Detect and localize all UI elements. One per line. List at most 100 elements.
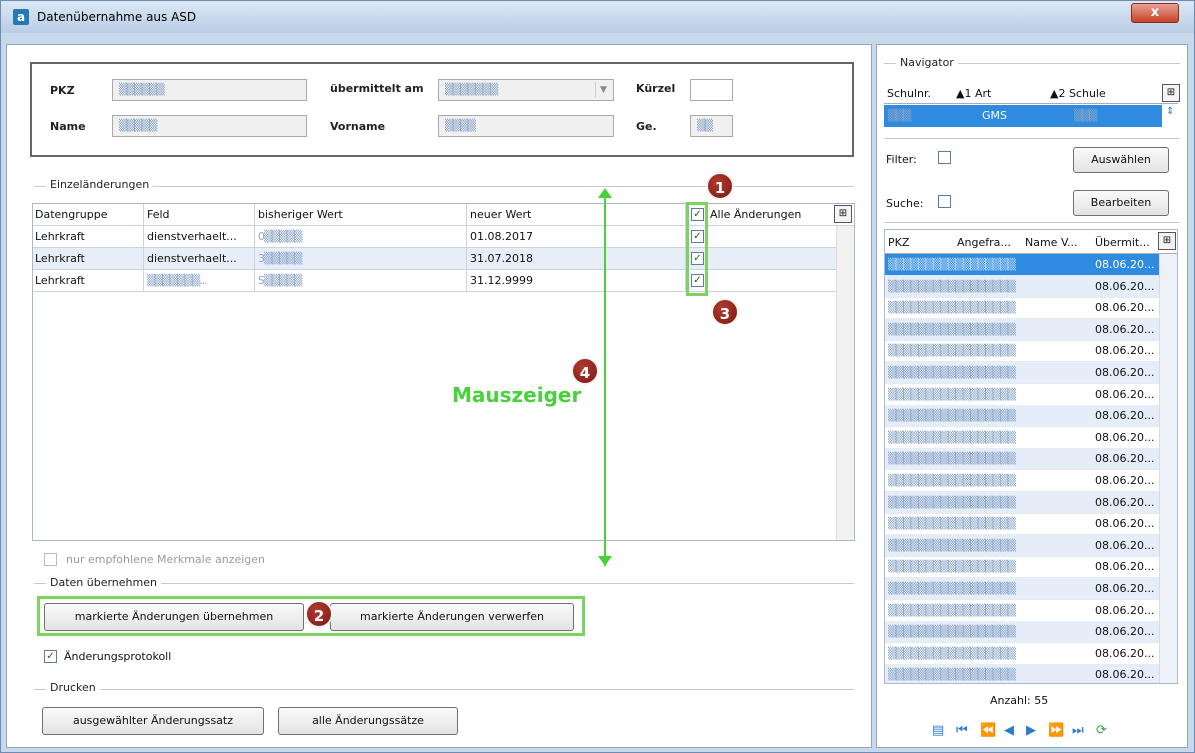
list-item[interactable]: ▒▒▒▒▒▒▒▒▒▒▒▒▒▒▒▒▒ 08.06.20... xyxy=(885,405,1161,428)
list-item[interactable]: ▒▒▒▒▒▒▒▒▒▒▒▒▒▒▒▒▒ 08.06.20... xyxy=(885,534,1161,557)
column-chooser-icon[interactable]: ⊞ xyxy=(834,205,852,223)
list-item-redacted: ▒▒▒▒▒▒▒▒▒▒▒▒▒▒▒▒▒ xyxy=(888,344,1016,358)
list-item-date: 08.06.20... xyxy=(1095,322,1155,336)
next-record-icon[interactable]: ▶ xyxy=(1026,723,1036,738)
close-button[interactable]: x xyxy=(1131,3,1179,23)
list-item[interactable]: ▒▒▒▒▒▒▒▒▒▒▒▒▒▒▒▒▒ 08.06.20... xyxy=(885,448,1161,471)
teacher-list: PKZ Angefra... Name V... Übermit... ⊞ ▒▒… xyxy=(884,229,1178,684)
list-item[interactable]: ▒▒▒▒▒▒▒▒▒▒▒▒▒▒▒▒▒ 08.06.20... xyxy=(885,318,1161,341)
kuerzel-field[interactable] xyxy=(690,79,733,101)
list-col-uebermittelt[interactable]: Übermit... xyxy=(1095,236,1150,249)
list-item[interactable]: ▒▒▒▒▒▒▒▒▒▒▒▒▒▒▒▒▒ 08.06.20... xyxy=(885,470,1161,492)
list-item-redacted: ▒▒▒▒▒▒▒▒▒▒▒▒▒▒▒▒▒ xyxy=(888,279,1016,293)
list-item[interactable]: ▒▒▒▒▒▒▒▒▒▒▒▒▒▒▒▒▒ 08.06.20... xyxy=(885,513,1161,536)
nav-column-chooser-icon[interactable]: ⊞ xyxy=(1162,84,1180,102)
navigator-selected-row[interactable]: ▒▒▒ GMS ▒▒▒ xyxy=(884,105,1162,127)
bearbeiten-button[interactable]: Bearbeiten xyxy=(1073,190,1169,216)
list-item[interactable]: ▒▒▒▒▒▒▒▒▒▒▒▒▒▒▒▒▒ 08.06.20... xyxy=(885,427,1161,449)
col-divider xyxy=(254,204,255,226)
list-item-redacted: ▒▒▒▒▒▒▒▒▒▒▒▒▒▒▒▒▒ xyxy=(888,322,1016,336)
title-bar: a Datenübernahme aus ASD x xyxy=(1,1,1194,33)
nav-spin-icon[interactable]: ⇕ xyxy=(1166,106,1178,126)
ge-field[interactable]: ▒▒ xyxy=(690,115,733,137)
col-feld[interactable]: Feld xyxy=(147,208,170,221)
list-col-angefragt[interactable]: Angefra... xyxy=(957,236,1011,249)
col-divider xyxy=(143,248,144,270)
list-item[interactable]: ▒▒▒▒▒▒▒▒▒▒▒▒▒▒▒▒▒ 08.06.20... xyxy=(885,664,1161,683)
list-col-name[interactable]: Name V... xyxy=(1025,236,1078,249)
list-item[interactable]: ▒▒▒▒▒▒▒▒▒▒▒▒▒▒▒▒▒ 08.06.20... xyxy=(885,556,1161,579)
col-divider xyxy=(466,204,467,226)
name-field[interactable]: ▒▒▒▒▒ xyxy=(112,115,307,137)
col-neuer-wert[interactable]: neuer Wert xyxy=(470,208,531,221)
list-item[interactable]: ▒▒▒▒▒▒▒▒▒▒▒▒▒▒▒▒▒ 08.06.20... xyxy=(885,254,1161,276)
last-record-icon[interactable]: ⏭ xyxy=(1072,723,1084,738)
apply-changes-button[interactable]: markierte Änderungen übernehmen xyxy=(44,603,304,631)
list-item[interactable]: ▒▒▒▒▒▒▒▒▒▒▒▒▒▒▒▒▒ 08.06.20... xyxy=(885,384,1161,406)
print-icon[interactable]: ▤ xyxy=(932,723,944,738)
cell-bisher: S▒▒▒▒▒ xyxy=(258,274,302,287)
prev-record-icon[interactable]: ◀ xyxy=(1004,723,1014,738)
nav-col-schule[interactable]: ▲2 Schule xyxy=(1050,87,1106,100)
cell-bisher: 3▒▒▒▒▒ xyxy=(258,252,302,265)
list-item-redacted: ▒▒▒▒▒▒▒▒▒▒▒▒▒▒▒▒▒ xyxy=(888,625,1016,639)
print-selected-button[interactable]: ausgewählter Änderungssatz xyxy=(42,707,264,735)
nav-schulnr-value: ▒▒▒ xyxy=(888,109,911,122)
list-col-pkz[interactable]: PKZ xyxy=(888,236,909,249)
list-item-date: 08.06.20... xyxy=(1095,366,1155,379)
list-item-redacted: ▒▒▒▒▒▒▒▒▒▒▒▒▒▒▒▒▒ xyxy=(888,430,1016,444)
first-record-icon[interactable]: ⏮ xyxy=(956,723,968,738)
window-title: Datenübernahme aus ASD xyxy=(37,10,197,24)
chevron-down-icon[interactable]: ▼ xyxy=(595,82,611,98)
table-row[interactable]: Lehrkraft dienstverhaelt... 3▒▒▒▒▒ 31.07… xyxy=(33,248,836,270)
nav-divider xyxy=(884,222,1180,223)
list-item[interactable]: ▒▒▒▒▒▒▒▒▒▒▒▒▒▒▒▒▒ 08.06.20... xyxy=(885,491,1161,514)
nav-col-art[interactable]: ▲1 Art xyxy=(956,87,991,100)
filter-label: Filter: xyxy=(886,153,917,166)
list-item-redacted: ▒▒▒▒▒▒▒▒▒▒▒▒▒▒▒▒▒ xyxy=(888,646,1016,660)
refresh-icon[interactable]: ⟳ xyxy=(1096,723,1107,738)
nav-col-schulnr[interactable]: Schulnr. xyxy=(887,87,931,100)
pkz-field[interactable]: ▒▒▒▒▒▒ xyxy=(112,79,307,101)
col-datengruppe[interactable]: Datengruppe xyxy=(35,208,107,221)
table-row[interactable]: Lehrkraft ▒▒▒▒▒▒▒... S▒▒▒▒▒ 31.12.9999 ✓ xyxy=(33,270,836,292)
col-divider xyxy=(254,270,255,292)
list-column-chooser-icon[interactable]: ⊞ xyxy=(1158,232,1176,250)
col-divider xyxy=(466,270,467,292)
list-item[interactable]: ▒▒▒▒▒▒▒▒▒▒▒▒▒▒▒▒▒ 08.06.20... xyxy=(885,297,1161,320)
protokoll-checkbox[interactable]: ✓ xyxy=(44,650,57,663)
list-item[interactable]: ▒▒▒▒▒▒▒▒▒▒▒▒▒▒▒▒▒ 08.06.20... xyxy=(885,643,1161,665)
list-item-date: 08.06.20... xyxy=(1095,582,1155,595)
list-item-redacted: ▒▒▒▒▒▒▒▒▒▒▒▒▒▒▒▒▒ xyxy=(888,538,1016,552)
list-item-date: 08.06.20... xyxy=(1095,625,1155,639)
list-item-redacted: ▒▒▒▒▒▒▒▒▒▒▒▒▒▒▒▒▒ xyxy=(888,517,1016,531)
filter-checkbox[interactable] xyxy=(938,151,951,164)
list-item[interactable]: ▒▒▒▒▒▒▒▒▒▒▒▒▒▒▒▒▒ 08.06.20... xyxy=(885,600,1161,622)
highlight-checkbox-column xyxy=(686,202,708,296)
list-header: PKZ Angefra... Name V... Übermit... xyxy=(885,230,1177,254)
mouse-range-arrow xyxy=(604,193,606,566)
auswaehlen-button[interactable]: Auswählen xyxy=(1073,147,1169,173)
suche-checkbox[interactable] xyxy=(938,195,951,208)
list-item-redacted: ▒▒▒▒▒▒▒▒▒▒▒▒▒▒▒▒▒ xyxy=(888,582,1016,595)
grid-scrollbar[interactable] xyxy=(836,226,854,540)
prev-page-icon[interactable]: ⏪ xyxy=(980,723,996,738)
discard-changes-button[interactable]: markierte Änderungen verwerfen xyxy=(330,603,574,631)
empfohlen-checkbox[interactable] xyxy=(44,553,57,566)
uebermittelt-field[interactable]: ▒▒▒▒▒▒▒ ▼ xyxy=(438,79,614,101)
cell-datengruppe: Lehrkraft xyxy=(35,230,85,243)
list-item[interactable]: ▒▒▒▒▒▒▒▒▒▒▒▒▒▒▒▒▒ 08.06.20... xyxy=(885,578,1161,600)
col-bisheriger-wert[interactable]: bisheriger Wert xyxy=(258,208,343,221)
drucken-section-label: Drucken xyxy=(46,681,100,694)
list-item[interactable]: ▒▒▒▒▒▒▒▒▒▒▒▒▒▒▒▒▒ 08.06.20... xyxy=(885,362,1161,384)
list-item-date: 08.06.20... xyxy=(1095,474,1155,487)
list-item[interactable]: ▒▒▒▒▒▒▒▒▒▒▒▒▒▒▒▒▒ 08.06.20... xyxy=(885,275,1161,298)
list-item[interactable]: ▒▒▒▒▒▒▒▒▒▒▒▒▒▒▒▒▒ 08.06.20... xyxy=(885,621,1161,644)
list-scrollbar[interactable] xyxy=(1159,254,1177,683)
table-row[interactable]: Lehrkraft dienstverhaelt... 0▒▒▒▒▒ 01.08… xyxy=(33,226,836,248)
next-page-icon[interactable]: ⏩ xyxy=(1048,723,1064,738)
print-all-button[interactable]: alle Änderungssätze xyxy=(278,707,458,735)
vorname-value: ▒▒▒▒ xyxy=(445,119,476,132)
list-item[interactable]: ▒▒▒▒▒▒▒▒▒▒▒▒▒▒▒▒▒ 08.06.20... xyxy=(885,340,1161,363)
vorname-field[interactable]: ▒▒▒▒ xyxy=(438,115,614,137)
